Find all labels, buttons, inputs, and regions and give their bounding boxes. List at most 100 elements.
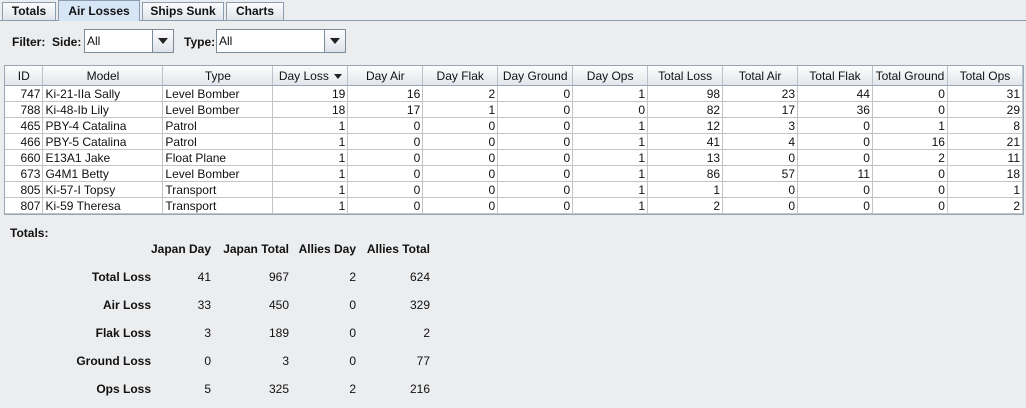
table-row[interactable]: 466 PBY-5 Catalina Patrol 1 0 0 0 1 41 4 0 16 21 — [5, 133, 1023, 150]
column-header-total-air[interactable]: Total Air — [722, 66, 798, 86]
tab-totals[interactable]: Totals — [2, 2, 56, 20]
column-header-total-loss[interactable]: Total Loss — [647, 66, 724, 86]
cell-model: Ki-21-IIa Sally — [42, 85, 164, 102]
column-header-day-ops[interactable]: Day Ops — [572, 66, 649, 86]
cell-day-ops: 0 — [572, 101, 649, 118]
cell-total-flak: 0 — [797, 117, 873, 134]
column-header-label: Day Loss — [278, 68, 329, 83]
table-body: 747 Ki-21-IIa Sally Level Bomber 19 16 2 0 1 98 2… — [5, 85, 1023, 214]
cell-total-loss: 2 — [647, 197, 724, 214]
table-row[interactable]: 747 Ki-21-IIa Sally Level Bomber 19 16 2 0 1 98 2… — [5, 85, 1023, 102]
air-losses-table[interactable]: ID Model Type Day Loss Day Air Day Flak Day Gr… — [4, 65, 1024, 215]
totals-value: 0 — [349, 298, 356, 312]
chevron-down-icon — [330, 38, 340, 44]
cell-total-ops: 1 — [947, 181, 1023, 198]
column-header-total-flak[interactable]: Total Flak — [797, 66, 873, 86]
totals-value: 0 — [204, 354, 211, 368]
cell-day-flak: 0 — [422, 197, 499, 214]
table-row[interactable]: 465 PBY-4 Catalina Patrol 1 0 0 0 1 12 3 0 1 8 — [5, 117, 1023, 134]
cell-day-ground: 0 — [497, 149, 574, 166]
side-dropdown-button[interactable] — [152, 30, 173, 52]
cell-total-ground: 2 — [872, 149, 948, 166]
column-header-total-ground[interactable]: Total Ground — [872, 66, 948, 86]
chevron-down-icon — [158, 38, 168, 44]
totals-row-label: Ops Loss — [96, 382, 151, 396]
filter-bar: Filter: Side: All Type: All — [0, 26, 1026, 56]
tab-air-losses[interactable]: Air Losses — [58, 0, 140, 21]
column-header-type[interactable]: Type — [162, 66, 274, 86]
totals-value: 967 — [268, 270, 289, 284]
cell-day-ops: 1 — [572, 165, 649, 182]
totals-header-japan-day: Japan Day — [150, 242, 211, 256]
cell-day-air: 17 — [347, 101, 424, 118]
cell-id: 747 — [5, 85, 44, 102]
table-header-row: ID Model Type Day Loss Day Air Day Flak Day Gr… — [5, 66, 1023, 86]
column-header-label: Total Flak — [809, 68, 861, 83]
table-row[interactable]: 660 E13A1 Jake Float Plane 1 0 0 0 1 13 0 0 2 11 — [5, 149, 1023, 166]
side-label: Side: — [52, 35, 82, 49]
totals-value: 216 — [409, 382, 430, 396]
totals-header-allies-day: Allies Day — [298, 242, 356, 256]
cell-total-ops: 2 — [947, 197, 1023, 214]
column-header-model[interactable]: Model — [42, 66, 164, 86]
cell-total-ground: 0 — [872, 85, 948, 102]
cell-total-air: 0 — [722, 149, 798, 166]
type-select-value: All — [219, 34, 233, 48]
column-header-total-ops[interactable]: Total Ops — [947, 66, 1023, 86]
cell-total-loss: 86 — [647, 165, 724, 182]
totals-value: 450 — [268, 298, 289, 312]
column-header-id[interactable]: ID — [5, 66, 44, 86]
cell-total-flak: 44 — [797, 85, 873, 102]
cell-day-ground: 0 — [497, 181, 574, 198]
side-select[interactable]: All — [84, 29, 174, 53]
column-header-label: Total Air — [738, 68, 782, 83]
cell-day-flak: 1 — [422, 101, 499, 118]
cell-total-ground: 0 — [872, 101, 948, 118]
cell-total-ops: 29 — [947, 101, 1023, 118]
cell-day-loss: 18 — [272, 101, 349, 118]
cell-day-ground: 0 — [497, 165, 574, 182]
cell-day-loss: 1 — [272, 117, 349, 134]
column-header-day-ground[interactable]: Day Ground — [497, 66, 574, 86]
table-row[interactable]: 807 Ki-59 Theresa Transport 1 0 0 0 1 2 0 0 0 2 — [5, 197, 1023, 214]
cell-total-flak: 0 — [797, 181, 873, 198]
cell-day-air: 0 — [347, 149, 424, 166]
cell-model: Ki-57-I Topsy — [42, 181, 164, 198]
cell-id: 660 — [5, 149, 44, 166]
table-row[interactable]: 805 Ki-57-I Topsy Transport 1 0 0 0 1 1 0 0 0 1 — [5, 181, 1023, 198]
cell-type: Level Bomber — [162, 85, 274, 102]
column-header-label: Total Ground — [875, 68, 945, 83]
cell-total-loss: 13 — [647, 149, 724, 166]
cell-total-loss: 41 — [647, 133, 724, 150]
column-header-day-air[interactable]: Day Air — [347, 66, 424, 86]
column-header-label: Day Air — [365, 68, 405, 83]
cell-id: 466 — [5, 133, 44, 150]
cell-total-air: 0 — [722, 197, 798, 214]
table-row[interactable]: 788 Ki-48-Ib Lily Level Bomber 18 17 1 0 0 82 17 3… — [5, 101, 1023, 118]
totals-value: 2 — [349, 382, 356, 396]
type-dropdown-button[interactable] — [324, 30, 345, 52]
totals-row-label: Total Loss — [91, 270, 151, 284]
cell-day-air: 0 — [347, 165, 424, 182]
cell-id: 807 — [5, 197, 44, 214]
type-select[interactable]: All — [216, 29, 346, 53]
cell-total-ops: 31 — [947, 85, 1023, 102]
cell-day-ground: 0 — [497, 117, 574, 134]
totals-value: 2 — [349, 270, 356, 284]
column-header-day-flak[interactable]: Day Flak — [422, 66, 499, 86]
data-table: ID Model Type Day Loss Day Air Day Flak Day Gr… — [5, 66, 1023, 214]
cell-type: Transport — [162, 181, 274, 198]
cell-day-air: 0 — [347, 181, 424, 198]
totals-value: 0 — [349, 326, 356, 340]
tab-ships-sunk[interactable]: Ships Sunk — [142, 2, 224, 20]
totals-value: 3 — [204, 326, 211, 340]
tab-charts[interactable]: Charts — [226, 2, 284, 20]
table-row[interactable]: 673 G4M1 Betty Level Bomber 1 0 0 0 1 86 57 11 0 18 — [5, 165, 1023, 182]
cell-total-air: 0 — [722, 181, 798, 198]
side-select-value: All — [87, 34, 101, 48]
column-header-day-loss[interactable]: Day Loss — [272, 66, 349, 86]
cell-total-ground: 0 — [872, 165, 948, 182]
cell-day-loss: 19 — [272, 85, 349, 102]
cell-day-ops: 1 — [572, 117, 649, 134]
totals-value: 33 — [197, 298, 211, 312]
